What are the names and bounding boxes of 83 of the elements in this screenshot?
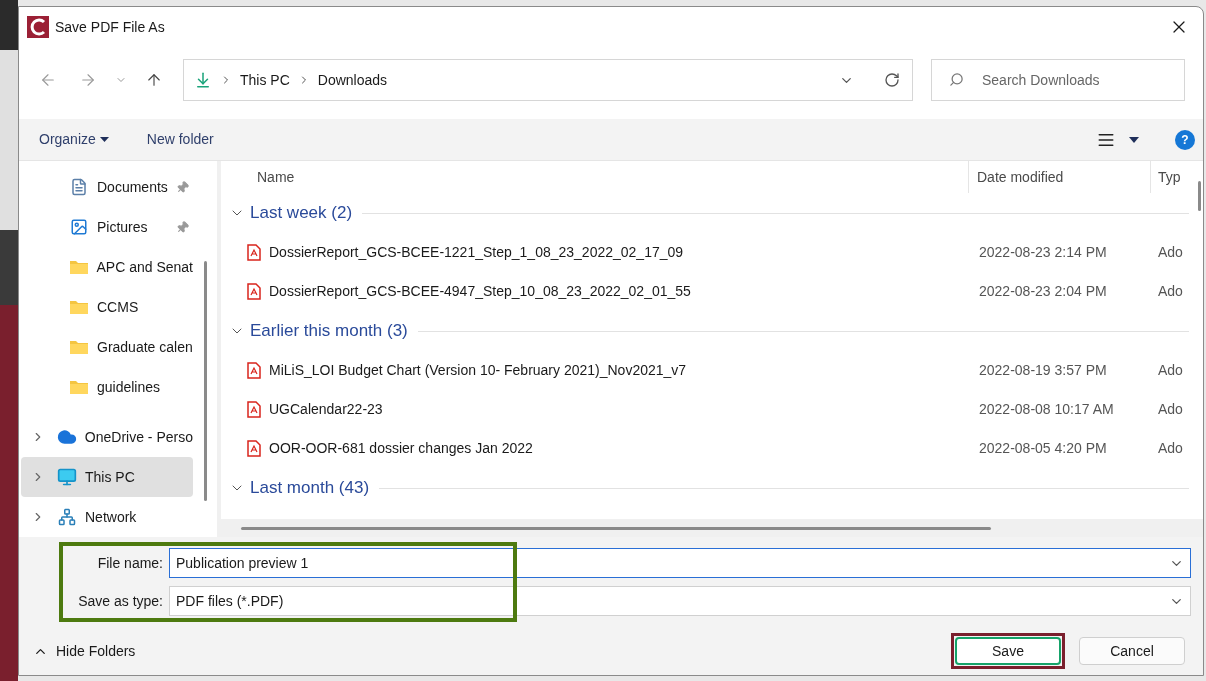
- hide-folders-button[interactable]: Hide Folders: [33, 640, 136, 662]
- sidebar-item[interactable]: APC and Senat: [21, 247, 193, 287]
- column-header[interactable]: Name: [221, 161, 969, 193]
- pdf-file-icon: [247, 244, 261, 261]
- date-modified: 2022-08-19 3:57 PM: [978, 361, 1108, 380]
- sidebar-item[interactable]: Pictures: [21, 207, 193, 247]
- file-type: Ado: [1157, 282, 1183, 301]
- date-modified: 2022-08-08 10:17 AM: [978, 400, 1115, 419]
- forward-arrow-icon: [79, 71, 97, 89]
- picture-icon: [70, 218, 88, 236]
- app-logo-icon: [27, 16, 49, 38]
- field-label: File name:: [96, 553, 164, 573]
- refresh-icon[interactable]: [884, 72, 900, 88]
- sidebar-item[interactable]: OneDrive - Perso: [21, 417, 193, 457]
- sidebar-item[interactable]: Documents: [21, 167, 193, 207]
- date-modified: 2022-08-23 2:14 PM: [978, 243, 1108, 262]
- sidebar-label: CCMS: [97, 297, 139, 317]
- folder-icon: [68, 259, 89, 275]
- sidebar-label: This PC: [85, 467, 135, 487]
- sidebar-item[interactable]: CCMS: [21, 287, 193, 327]
- folder-icon: [69, 339, 89, 355]
- file-type: Ado: [1157, 361, 1183, 380]
- search-icon: [949, 72, 964, 87]
- column-header[interactable]: Date modified: [969, 161, 1151, 193]
- pdf-file-icon: [247, 401, 261, 418]
- sidebar-item[interactable]: Network: [21, 497, 193, 537]
- sidebar-label: OneDrive - Perso: [84, 427, 193, 447]
- sidebar-label: guidelines: [97, 377, 161, 397]
- scrollbar-thumb[interactable]: [203, 261, 207, 501]
- caret-icon[interactable]: [1129, 136, 1139, 143]
- new-folder-button[interactable]: New folder: [146, 129, 214, 150]
- sidebar-label: Network: [85, 507, 137, 527]
- file-row[interactable]: OOR-OOR-681 dossier changes Jan 2022 2022-08-05 4:20 PM Ado: [221, 429, 1203, 468]
- file-row[interactable]: UGCalendar22-23 2022-08-08 10:17 AM Ado: [221, 390, 1203, 429]
- file-name: DossierReport_GCS-BCEE-1221_Step_1_08_23_2022_02_17_09: [269, 243, 684, 262]
- folder-icon: [69, 379, 89, 395]
- sidebar-item[interactable]: This PC: [21, 457, 193, 497]
- file-name: MiLiS_LOI Budget Chart (Version 10- February 2021)_Nov2021_v7: [269, 361, 687, 380]
- date-modified: 2022-08-23 2:04 PM: [978, 282, 1108, 301]
- address-bar[interactable]: This PC Downloads: [183, 59, 913, 101]
- folder-icon: [69, 299, 89, 315]
- network-icon: [58, 508, 76, 526]
- breadcrumb-item[interactable]: This PC: [240, 69, 290, 91]
- file-type: Ado: [1157, 243, 1183, 262]
- file-name: DossierReport_GCS-BCEE-4947_Step_10_08_23_2022_02_01_55: [269, 282, 691, 301]
- sidebar-item[interactable]: guidelines: [21, 367, 193, 407]
- download-icon: [194, 71, 212, 89]
- pdf-file-icon: [247, 362, 261, 379]
- caret-icon: [99, 137, 109, 142]
- scrollbar-thumb[interactable]: [241, 526, 991, 530]
- breadcrumb-item[interactable]: Downloads: [317, 69, 388, 91]
- sidebar-label: APC and Senat: [96, 257, 193, 277]
- organize-button[interactable]: Organize: [39, 129, 109, 150]
- file-row[interactable]: DossierReport_GCS-BCEE-1221_Step_1_08_23_2022_02_17_09 2022-08-23 2:14 PM Ado: [221, 233, 1203, 272]
- field-label: Save as type:: [77, 591, 164, 611]
- window-title: Save PDF File As: [55, 17, 165, 37]
- sidebar-item[interactable]: Graduate calen: [21, 327, 193, 367]
- pdf-file-icon: [247, 283, 261, 300]
- group-header[interactable]: Last week (2): [250, 200, 353, 226]
- pdf-file-icon: [247, 440, 261, 457]
- file-type: Ado: [1157, 400, 1183, 419]
- column-header[interactable]: Typ: [1151, 161, 1181, 193]
- file-type-dropdown[interactable]: PDF files (*.PDF): [169, 586, 1191, 616]
- sidebar-label: Pictures: [97, 217, 148, 237]
- help-icon[interactable]: ?: [1175, 129, 1195, 150]
- cloud-icon: [56, 427, 77, 447]
- group-header[interactable]: Last month (43): [250, 475, 370, 501]
- file-name: UGCalendar22-23: [269, 400, 383, 419]
- search-field[interactable]: Search Downloads: [931, 59, 1185, 101]
- monitor-icon: [57, 467, 77, 487]
- file-name-field[interactable]: Publication preview 1: [169, 548, 1191, 578]
- sidebar-label: Documents: [97, 177, 168, 197]
- save-button[interactable]: Save: [955, 637, 1061, 665]
- document-icon: [70, 178, 88, 196]
- file-row[interactable]: MiLiS_LOI Budget Chart (Version 10- February 2021)_Nov2021_v7 2022-08-19 3:57 PM Ado: [221, 351, 1203, 390]
- file-row[interactable]: DossierReport_GCS-BCEE-4947_Step_10_08_23_2022_02_01_55 2022-08-23 2:04 PM Ado: [221, 272, 1203, 311]
- file-name: OOR-OOR-681 dossier changes Jan 2022: [269, 439, 533, 458]
- vertical-scrollbar-thumb[interactable]: [1198, 181, 1201, 211]
- cancel-button[interactable]: Cancel: [1079, 637, 1185, 665]
- file-type: Ado: [1157, 439, 1183, 458]
- date-modified: 2022-08-05 4:20 PM: [978, 439, 1108, 458]
- group-header[interactable]: Earlier this month (3): [250, 318, 408, 344]
- sidebar-label: Graduate calen: [97, 337, 193, 357]
